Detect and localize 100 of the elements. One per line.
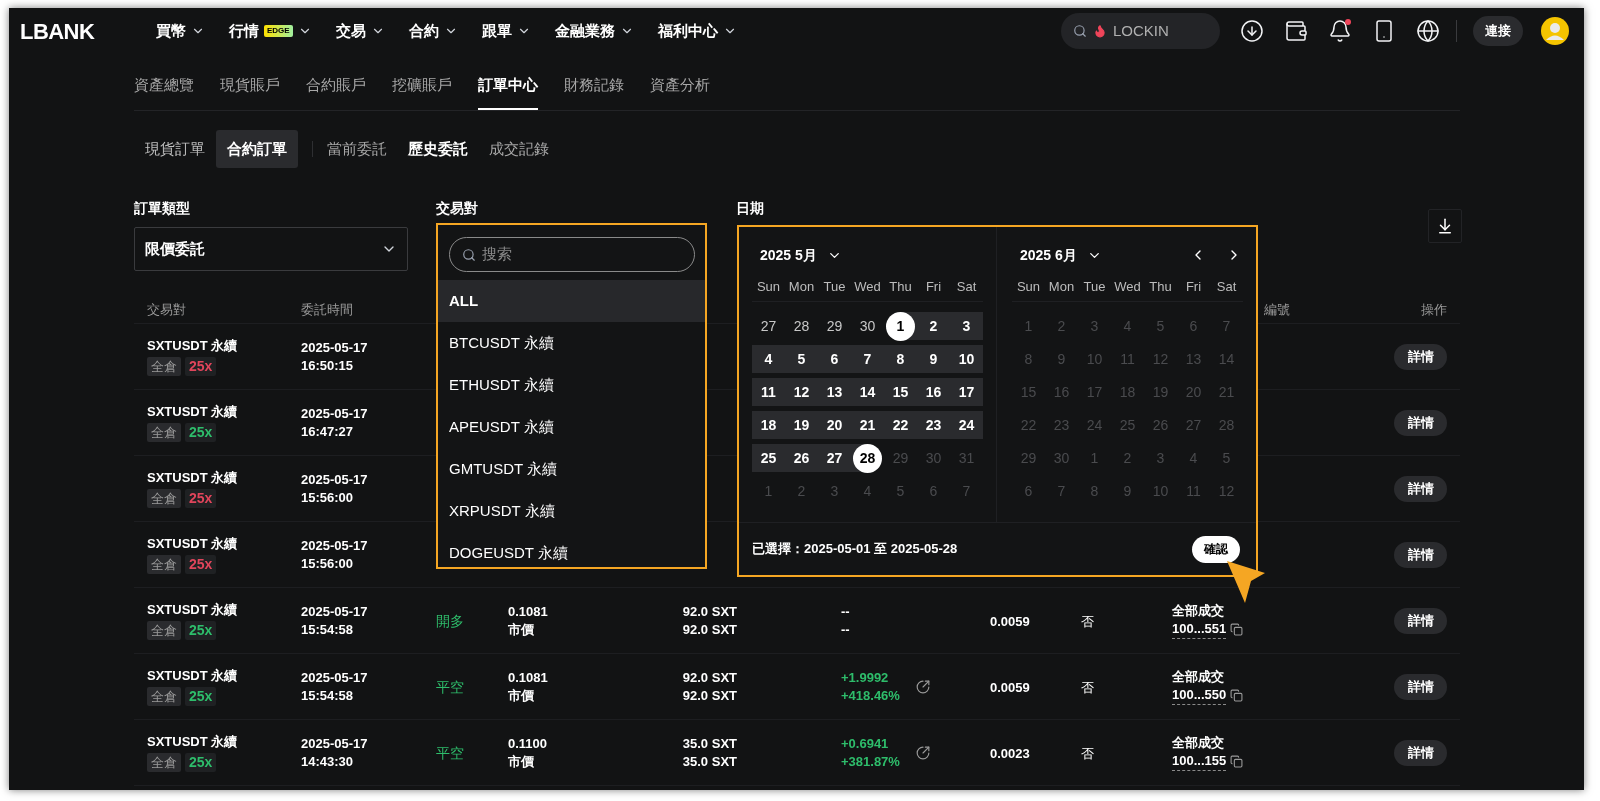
pair-name: SXTUSDT 永續 [147, 469, 239, 487]
order-tab[interactable]: 歷史委託 [408, 137, 468, 161]
weekday-label: Sun [756, 278, 781, 296]
nav-menu[interactable]: 金融業務 [554, 19, 634, 43]
account-tab[interactable]: 資產分析 [650, 62, 710, 110]
download-icon[interactable] [1240, 19, 1264, 43]
details-button[interactable]: 詳情 [1394, 409, 1447, 436]
dropdown-option[interactable]: APEUSDT 永續 [438, 406, 705, 448]
dropdown-option[interactable]: ALL [438, 280, 705, 322]
calendar-day[interactable]: 30 [851, 312, 884, 340]
calendar-day[interactable]: 10 [950, 345, 983, 373]
calendar-day[interactable]: 13 [818, 378, 851, 406]
dropdown-option[interactable]: BTCUSDT 永續 [438, 322, 705, 364]
order-price: 0.1081 市價 [508, 602, 549, 639]
details-button[interactable]: 詳情 [1394, 343, 1447, 370]
account-tab[interactable]: 資產總覽 [134, 62, 194, 110]
flame-icon [1093, 24, 1107, 38]
account-tab[interactable]: 財務記錄 [564, 62, 624, 110]
globe-icon[interactable] [1416, 19, 1440, 43]
copy-icon[interactable] [1230, 755, 1244, 768]
calendar-day[interactable]: 25 [752, 444, 785, 472]
order-price: 0.1081 市價 [508, 668, 549, 705]
calendar-day[interactable]: 16 [917, 378, 950, 406]
copy-icon[interactable] [1230, 689, 1244, 702]
selected-range: 已選擇：2025-05-01 至 2025-05-28 [752, 540, 958, 559]
details-button[interactable]: 詳情 [1394, 673, 1447, 700]
nav-menu[interactable]: 福利中心 [657, 19, 737, 43]
calendar-day[interactable]: 19 [785, 411, 818, 439]
calendar-day[interactable]: 27 [818, 444, 851, 472]
calendar-day[interactable]: 27 [752, 312, 785, 340]
calendar-day[interactable]: 26 [785, 444, 818, 472]
order-amount: 92.0 SXT 92.0 SXT [681, 668, 737, 705]
calendar-day[interactable]: 1 [886, 311, 915, 341]
details-button[interactable]: 詳情 [1394, 739, 1447, 766]
order-tab[interactable]: 成交記錄 [489, 137, 549, 161]
calendar-day[interactable]: 12 [785, 378, 818, 406]
market-tab[interactable]: 合約訂單 [216, 130, 298, 168]
account-tab[interactable]: 合約賬戶 [306, 62, 366, 110]
search-input[interactable]: LOCKIN [1113, 19, 1203, 43]
order-time: 2025-05-17 14:43:30 [301, 734, 369, 771]
month-picker[interactable]: 2025 6月 [1020, 244, 1102, 266]
dropdown-option[interactable]: GMTUSDT 永續 [438, 448, 705, 490]
dropdown-option[interactable]: XRPUSDT 永續 [438, 490, 705, 532]
calendar-day[interactable]: 4 [752, 345, 785, 373]
search-bar[interactable]: LOCKIN [1061, 13, 1220, 49]
details-button[interactable]: 詳情 [1394, 607, 1447, 634]
nav-menu[interactable]: 合約 [408, 19, 458, 43]
account-tab[interactable]: 訂單中心 [478, 62, 538, 110]
calendar-day[interactable]: 28 [785, 312, 818, 340]
calendar-day[interactable]: 8 [884, 345, 917, 373]
calendar-day[interactable]: 17 [950, 378, 983, 406]
nav-menu[interactable]: 跟單 [481, 19, 531, 43]
margin-tag: 全倉 [147, 621, 181, 640]
calendar-day[interactable]: 7 [851, 345, 884, 373]
account-tab[interactable]: 現貨賬戶 [220, 62, 280, 110]
calendar-day[interactable]: 6 [818, 345, 851, 373]
dropdown-option[interactable]: ETHUSDT 永續 [438, 364, 705, 406]
copy-icon[interactable] [1230, 623, 1244, 636]
pair-name: SXTUSDT 永續 [147, 337, 239, 355]
calendar-day[interactable]: 18 [752, 411, 785, 439]
leverage-tag: 25x [185, 687, 217, 706]
search-input[interactable]: 搜索 [482, 243, 662, 266]
account-tab[interactable]: 挖礦賬戶 [392, 62, 452, 110]
confirm-button[interactable]: 確認 [1192, 535, 1240, 563]
calendar-day[interactable]: 11 [752, 378, 785, 406]
weekday-label: Wed [854, 278, 881, 296]
calendar-day[interactable]: 29 [818, 312, 851, 340]
details-button[interactable]: 詳情 [1394, 541, 1447, 568]
connect-button[interactable]: 連接 [1473, 16, 1523, 46]
calendar-day[interactable]: 23 [917, 411, 950, 439]
calendar-day[interactable]: 3 [950, 312, 983, 340]
calendar-day[interactable]: 14 [851, 378, 884, 406]
export-button[interactable] [1428, 209, 1462, 243]
notification-icon[interactable] [1328, 19, 1352, 43]
dropdown-option[interactable]: DOGEUSDT 永續 [438, 532, 705, 567]
market-tab[interactable]: 現貨訂單 [134, 130, 216, 168]
share-icon[interactable] [916, 679, 930, 694]
weekday-label: Tue [823, 278, 846, 296]
order-tab[interactable]: 當前委託 [327, 137, 387, 161]
order-type-select[interactable]: 限價委託 [134, 227, 408, 271]
nav-menu[interactable]: 買幣 [156, 19, 205, 43]
calendar-day[interactable]: 28 [853, 443, 882, 473]
reduce-only: 否 [1081, 745, 1094, 761]
month-picker[interactable]: 2025 5月 [760, 244, 842, 266]
nav-menu[interactable]: 交易 [335, 19, 385, 43]
filter-label: 日期 [736, 200, 765, 216]
calendar-day[interactable]: 24 [950, 411, 983, 439]
details-button[interactable]: 詳情 [1394, 475, 1447, 502]
calendar-day[interactable]: 5 [785, 345, 818, 373]
nav-menu[interactable]: 行情 EDGE [229, 19, 312, 43]
calendar-day[interactable]: 9 [917, 345, 950, 373]
calendar-day[interactable]: 2 [917, 312, 950, 340]
wallet-icon[interactable] [1284, 19, 1308, 43]
calendar-day[interactable]: 20 [818, 411, 851, 439]
calendar-day[interactable]: 21 [851, 411, 884, 439]
avatar[interactable] [1541, 17, 1569, 45]
share-icon[interactable] [916, 745, 930, 760]
calendar-day[interactable]: 22 [884, 411, 917, 439]
fee: 0.0023 [990, 745, 1030, 761]
calendar-day[interactable]: 15 [884, 378, 917, 406]
